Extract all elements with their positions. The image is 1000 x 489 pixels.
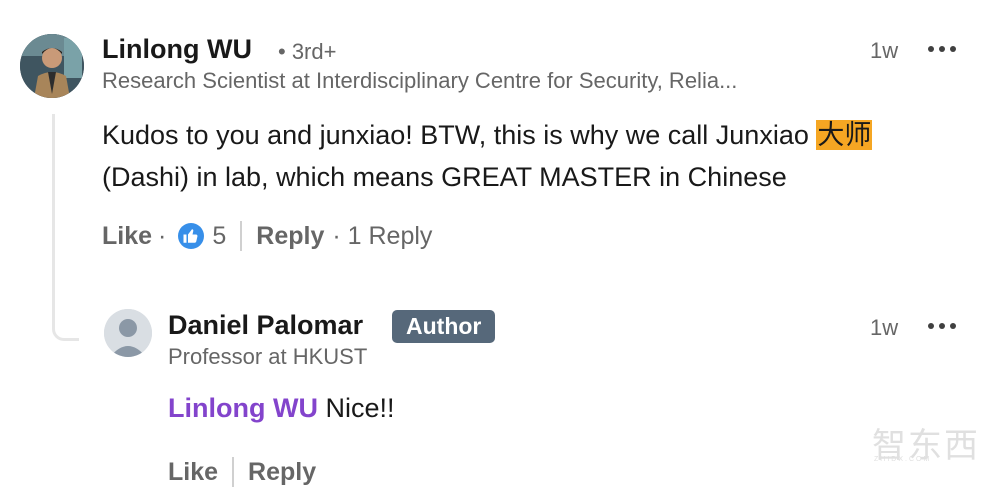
author-headline: Professor at HKUST <box>168 344 368 369</box>
thread-connector <box>52 114 79 341</box>
comment-text-part: Kudos to you and junxiao! BTW, this is w… <box>102 120 817 150</box>
comment-actions: Like · 5 Reply · 1 Reply <box>102 219 432 253</box>
more-options-button[interactable] <box>928 34 956 64</box>
more-options-button[interactable] <box>928 311 956 341</box>
avatar[interactable] <box>20 34 84 98</box>
comment-text-part: (Dashi) in lab, which means GREAT MASTER… <box>102 162 787 192</box>
author-name[interactable]: Daniel Palomar <box>168 310 363 341</box>
like-button[interactable]: Like <box>102 222 152 251</box>
separator-dot: · <box>158 221 167 250</box>
like-button[interactable]: Like <box>168 458 218 487</box>
comment-text: Kudos to you and junxiao! BTW, this is w… <box>102 114 962 198</box>
mention-link[interactable]: Linlong WU <box>168 393 318 423</box>
divider <box>232 457 235 487</box>
author-badge: Author <box>392 310 496 343</box>
reply-button[interactable]: Reply <box>248 458 316 487</box>
reply-button[interactable]: Reply <box>256 222 324 251</box>
timestamp: 1w <box>870 38 899 63</box>
ellipsis-icon <box>928 311 956 341</box>
thumbs-up-icon[interactable] <box>178 223 205 249</box>
reaction-count[interactable]: 5 <box>212 222 226 251</box>
watermark: 智东西 ZHIDX.COM <box>872 418 980 467</box>
avatar[interactable] <box>104 309 152 357</box>
ellipsis-icon <box>928 34 956 64</box>
timestamp: 1w <box>870 315 899 340</box>
reply-actions: Like Reply <box>168 455 316 489</box>
author-name[interactable]: Linlong WU <box>102 34 252 65</box>
reply-text: Linlong WU Nice!! <box>168 393 394 424</box>
highlighted-text: 大师 <box>816 120 873 150</box>
connection-degree: • 3rd+ <box>278 39 337 64</box>
replies-count-link[interactable]: · 1 Reply <box>332 222 432 251</box>
reply-text-part: Nice!! <box>317 393 395 423</box>
author-headline: Research Scientist at Interdisciplinary … <box>102 68 738 93</box>
watermark-subtext: ZHIDX.COM <box>874 456 932 463</box>
divider <box>240 221 243 251</box>
